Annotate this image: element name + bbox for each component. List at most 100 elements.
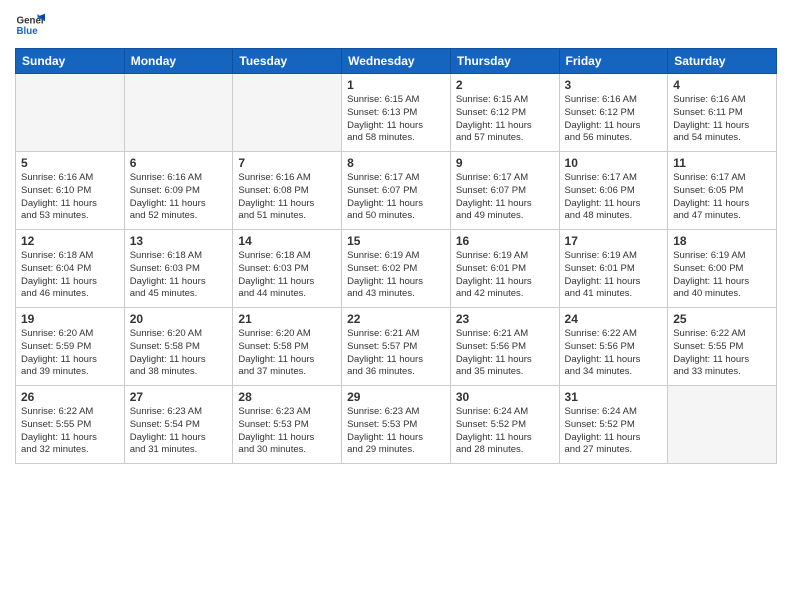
- calendar-cell: 21 Sunrise: 6:20 AM Sunset: 5:58 PM Dayli…: [233, 308, 342, 386]
- calendar-cell: 13 Sunrise: 6:18 AM Sunset: 6:03 PM Dayli…: [124, 230, 233, 308]
- calendar-cell: [124, 74, 233, 152]
- day-number: 18: [673, 234, 771, 248]
- day-number: 21: [238, 312, 336, 326]
- day-number: 9: [456, 156, 554, 170]
- calendar-cell: 4 Sunrise: 6:16 AM Sunset: 6:11 PM Daylig…: [668, 74, 777, 152]
- calendar-cell: 31 Sunrise: 6:24 AM Sunset: 5:52 PM Dayli…: [559, 386, 668, 464]
- day-info: Sunrise: 6:16 AM Sunset: 6:10 PM Dayligh…: [21, 172, 119, 223]
- day-info: Sunrise: 6:17 AM Sunset: 6:05 PM Dayligh…: [673, 172, 771, 223]
- calendar-cell: 3 Sunrise: 6:16 AM Sunset: 6:12 PM Daylig…: [559, 74, 668, 152]
- day-number: 14: [238, 234, 336, 248]
- day-info: Sunrise: 6:22 AM Sunset: 5:56 PM Dayligh…: [565, 328, 663, 379]
- col-header-monday: Monday: [124, 49, 233, 74]
- calendar-cell: 25 Sunrise: 6:22 AM Sunset: 5:55 PM Dayli…: [668, 308, 777, 386]
- calendar-cell: 8Sunrise: 6:17 AM Sunset: 6:07 PM Daylig…: [342, 152, 451, 230]
- day-info: Sunrise: 6:19 AM Sunset: 6:02 PM Dayligh…: [347, 250, 445, 301]
- day-info: Sunrise: 6:20 AM Sunset: 5:58 PM Dayligh…: [238, 328, 336, 379]
- day-info: Sunrise: 6:23 AM Sunset: 5:53 PM Dayligh…: [347, 406, 445, 457]
- calendar-cell: 16 Sunrise: 6:19 AM Sunset: 6:01 PM Dayli…: [450, 230, 559, 308]
- day-number: 10: [565, 156, 663, 170]
- day-number: 4: [673, 78, 771, 92]
- calendar-cell: 28 Sunrise: 6:23 AM Sunset: 5:53 PM Dayli…: [233, 386, 342, 464]
- day-number: 25: [673, 312, 771, 326]
- calendar-cell: 23 Sunrise: 6:21 AM Sunset: 5:56 PM Dayli…: [450, 308, 559, 386]
- calendar-cell: 2 Sunrise: 6:15 AM Sunset: 6:12 PM Daylig…: [450, 74, 559, 152]
- page-container: General Blue SundayMondayTuesdayWednesda…: [0, 0, 792, 474]
- calendar-cell: 14 Sunrise: 6:18 AM Sunset: 6:03 PM Dayli…: [233, 230, 342, 308]
- day-info: Sunrise: 6:16 AM Sunset: 6:08 PM Dayligh…: [238, 172, 336, 223]
- day-number: 23: [456, 312, 554, 326]
- col-header-thursday: Thursday: [450, 49, 559, 74]
- day-number: 20: [130, 312, 228, 326]
- calendar-cell: 7 Sunrise: 6:16 AM Sunset: 6:08 PM Daylig…: [233, 152, 342, 230]
- calendar-cell: 5 Sunrise: 6:16 AM Sunset: 6:10 PM Daylig…: [16, 152, 125, 230]
- calendar-cell: 20Sunrise: 6:20 AM Sunset: 5:58 PM Dayli…: [124, 308, 233, 386]
- day-info: Sunrise: 6:18 AM Sunset: 6:03 PM Dayligh…: [238, 250, 336, 301]
- calendar-cell: [668, 386, 777, 464]
- day-number: 11: [673, 156, 771, 170]
- calendar-cell: 10 Sunrise: 6:17 AM Sunset: 6:06 PM Dayli…: [559, 152, 668, 230]
- day-info: Sunrise: 6:15 AM Sunset: 6:13 PM Dayligh…: [347, 94, 445, 145]
- calendar-cell: 24 Sunrise: 6:22 AM Sunset: 5:56 PM Dayli…: [559, 308, 668, 386]
- calendar-cell: 17Sunrise: 6:19 AM Sunset: 6:01 PM Dayli…: [559, 230, 668, 308]
- day-info: Sunrise: 6:19 AM Sunset: 6:01 PM Dayligh…: [565, 250, 663, 301]
- day-info: Sunrise: 6:21 AM Sunset: 5:57 PM Dayligh…: [347, 328, 445, 379]
- calendar-cell: 15 Sunrise: 6:19 AM Sunset: 6:02 PM Dayli…: [342, 230, 451, 308]
- calendar-cell: 22 Sunrise: 6:21 AM Sunset: 5:57 PM Dayli…: [342, 308, 451, 386]
- week-row-0: 1 Sunrise: 6:15 AM Sunset: 6:13 PM Daylig…: [16, 74, 777, 152]
- calendar-cell: 18 Sunrise: 6:19 AM Sunset: 6:00 PM Dayli…: [668, 230, 777, 308]
- day-info: Sunrise: 6:22 AM Sunset: 5:55 PM Dayligh…: [21, 406, 119, 457]
- col-header-friday: Friday: [559, 49, 668, 74]
- day-number: 5: [21, 156, 119, 170]
- calendar-cell: 9Sunrise: 6:17 AM Sunset: 6:07 PM Daylig…: [450, 152, 559, 230]
- day-info: Sunrise: 6:17 AM Sunset: 6:06 PM Dayligh…: [565, 172, 663, 223]
- week-row-3: 19Sunrise: 6:20 AM Sunset: 5:59 PM Dayli…: [16, 308, 777, 386]
- calendar-cell: 30 Sunrise: 6:24 AM Sunset: 5:52 PM Dayli…: [450, 386, 559, 464]
- calendar-cell: 1 Sunrise: 6:15 AM Sunset: 6:13 PM Daylig…: [342, 74, 451, 152]
- day-info: Sunrise: 6:18 AM Sunset: 6:03 PM Dayligh…: [130, 250, 228, 301]
- calendar-cell: 11 Sunrise: 6:17 AM Sunset: 6:05 PM Dayli…: [668, 152, 777, 230]
- day-number: 15: [347, 234, 445, 248]
- day-number: 13: [130, 234, 228, 248]
- day-info: Sunrise: 6:16 AM Sunset: 6:12 PM Dayligh…: [565, 94, 663, 145]
- day-info: Sunrise: 6:22 AM Sunset: 5:55 PM Dayligh…: [673, 328, 771, 379]
- day-info: Sunrise: 6:23 AM Sunset: 5:54 PM Dayligh…: [130, 406, 228, 457]
- calendar-cell: 26 Sunrise: 6:22 AM Sunset: 5:55 PM Dayli…: [16, 386, 125, 464]
- day-number: 16: [456, 234, 554, 248]
- day-info: Sunrise: 6:19 AM Sunset: 6:01 PM Dayligh…: [456, 250, 554, 301]
- calendar-cell: 29 Sunrise: 6:23 AM Sunset: 5:53 PM Dayli…: [342, 386, 451, 464]
- day-number: 26: [21, 390, 119, 404]
- day-number: 30: [456, 390, 554, 404]
- header-row: SundayMondayTuesdayWednesdayThursdayFrid…: [16, 49, 777, 74]
- day-info: Sunrise: 6:16 AM Sunset: 6:11 PM Dayligh…: [673, 94, 771, 145]
- logo: General Blue: [15, 10, 45, 40]
- calendar-cell: 19Sunrise: 6:20 AM Sunset: 5:59 PM Dayli…: [16, 308, 125, 386]
- day-info: Sunrise: 6:24 AM Sunset: 5:52 PM Dayligh…: [565, 406, 663, 457]
- day-number: 24: [565, 312, 663, 326]
- day-number: 2: [456, 78, 554, 92]
- day-info: Sunrise: 6:19 AM Sunset: 6:00 PM Dayligh…: [673, 250, 771, 301]
- col-header-sunday: Sunday: [16, 49, 125, 74]
- day-info: Sunrise: 6:15 AM Sunset: 6:12 PM Dayligh…: [456, 94, 554, 145]
- day-info: Sunrise: 6:23 AM Sunset: 5:53 PM Dayligh…: [238, 406, 336, 457]
- day-number: 28: [238, 390, 336, 404]
- week-row-1: 5 Sunrise: 6:16 AM Sunset: 6:10 PM Daylig…: [16, 152, 777, 230]
- calendar-cell: 6Sunrise: 6:16 AM Sunset: 6:09 PM Daylig…: [124, 152, 233, 230]
- day-number: 1: [347, 78, 445, 92]
- col-header-tuesday: Tuesday: [233, 49, 342, 74]
- calendar-cell: 27Sunrise: 6:23 AM Sunset: 5:54 PM Dayli…: [124, 386, 233, 464]
- day-info: Sunrise: 6:16 AM Sunset: 6:09 PM Dayligh…: [130, 172, 228, 223]
- day-number: 12: [21, 234, 119, 248]
- day-info: Sunrise: 6:21 AM Sunset: 5:56 PM Dayligh…: [456, 328, 554, 379]
- day-info: Sunrise: 6:18 AM Sunset: 6:04 PM Dayligh…: [21, 250, 119, 301]
- day-number: 7: [238, 156, 336, 170]
- day-info: Sunrise: 6:20 AM Sunset: 5:59 PM Dayligh…: [21, 328, 119, 379]
- day-number: 22: [347, 312, 445, 326]
- day-info: Sunrise: 6:24 AM Sunset: 5:52 PM Dayligh…: [456, 406, 554, 457]
- day-number: 8: [347, 156, 445, 170]
- day-number: 29: [347, 390, 445, 404]
- day-number: 31: [565, 390, 663, 404]
- week-row-2: 12 Sunrise: 6:18 AM Sunset: 6:04 PM Dayli…: [16, 230, 777, 308]
- svg-text:Blue: Blue: [17, 26, 39, 37]
- day-number: 3: [565, 78, 663, 92]
